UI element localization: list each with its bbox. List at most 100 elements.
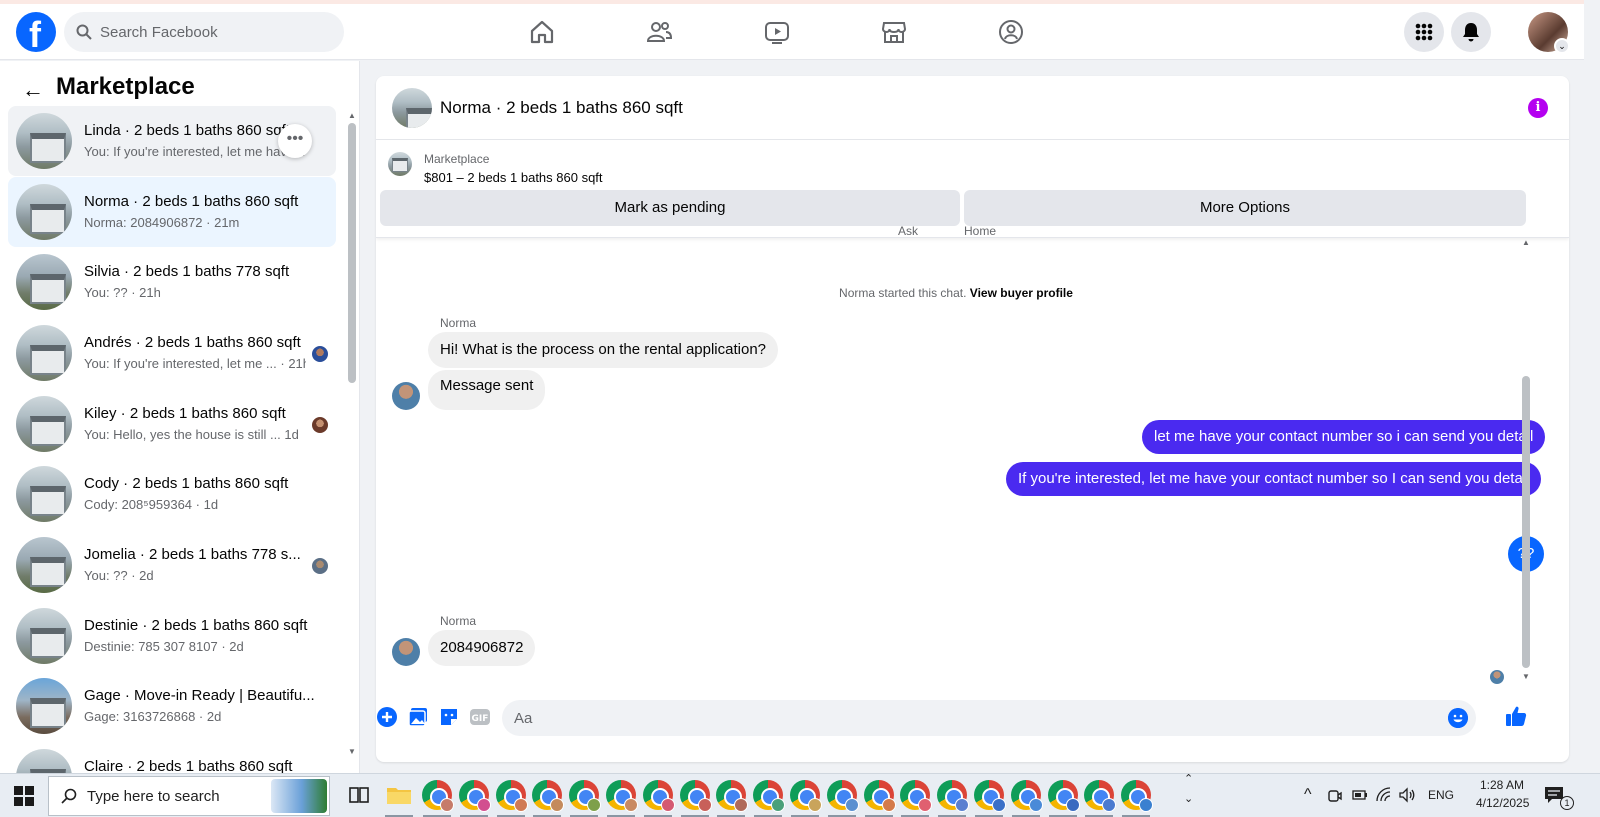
sticker-icon[interactable] [438,706,460,728]
chrome-taskbar-icon[interactable] [753,780,786,812]
home-icon[interactable] [528,18,556,46]
clock-time[interactable]: 1:28 AM [1480,778,1524,792]
chevron-down-icon[interactable]: ⌄ [1184,792,1193,805]
mark-as-pending-button[interactable]: Mark as pending [380,190,960,226]
notifications-button[interactable] [1451,12,1491,52]
marketplace-icon[interactable] [880,18,908,46]
chrome-taskbar-icon[interactable] [937,780,970,812]
chrome-taskbar-icon[interactable] [974,780,1006,812]
clock-date[interactable]: 4/12/2025 [1476,796,1529,810]
volume-icon[interactable] [1398,787,1416,803]
partial-label-right: Home [964,224,997,238]
profile-badge [624,798,638,812]
message-input[interactable]: Aa [502,700,1476,736]
outgoing-message[interactable]: If you're interested, let me have your c… [1006,462,1542,496]
menu-grid-button[interactable] [1404,12,1444,52]
task-view-icon[interactable] [344,780,374,810]
thumbs-up-icon[interactable] [1504,704,1528,728]
incoming-message[interactable]: 2084906872 [428,630,536,666]
windows-start-icon[interactable] [14,786,34,806]
sender-avatar[interactable] [392,382,420,410]
wifi-icon[interactable] [1376,787,1392,803]
conversation-item[interactable]: Claire · 2 beds 1 baths 860 sqft [8,742,336,773]
scroll-up-arrow[interactable]: ▲ [348,111,356,120]
listing-thumbnail[interactable] [388,152,412,176]
conversation-name: Norma · 2 beds 1 baths 860 sqft [84,193,299,210]
conversation-item[interactable]: Gage · Move-in Ready | Beautifu... Gage:… [8,671,336,741]
chat-panel: Norma · 2 beds 1 baths 860 sqft i Market… [376,76,1569,762]
friends-icon[interactable] [645,18,673,46]
chrome-taskbar-icon[interactable] [863,780,896,812]
chat-avatar[interactable] [392,88,432,128]
show-hidden-icons[interactable]: ^ [1304,786,1312,804]
chevron-up-icon[interactable]: ⌃ [1184,772,1193,785]
scroll-down-arrow[interactable]: ▼ [1522,672,1530,681]
back-arrow-icon[interactable]: ← [22,77,44,103]
chrome-taskbar-icon[interactable] [532,780,565,812]
chat-title[interactable]: Norma · 2 beds 1 baths 860 sqft [440,98,683,118]
chrome-taskbar-icon[interactable] [900,780,933,812]
chrome-taskbar-icon[interactable] [716,780,749,812]
video-icon[interactable] [763,18,791,46]
chrome-taskbar-icon[interactable] [1010,780,1043,812]
incoming-message[interactable]: Hi! What is the process on the rental ap… [428,332,779,368]
sidebar-scrollbar[interactable] [348,123,356,383]
notification-count: 1 [1560,796,1574,810]
facebook-logo-letter: f [29,14,41,55]
conversation-name: Destinie · 2 beds 1 baths 860 sqft [84,617,308,634]
conversation-item[interactable]: Linda · 2 beds 1 baths 860 sqft You: If … [8,106,336,176]
more-options-button[interactable]: More Options [964,190,1526,226]
scroll-up-arrow[interactable]: ▲ [1522,238,1530,247]
groups-icon[interactable] [997,18,1025,46]
chrome-taskbar-icon[interactable] [679,780,712,812]
chrome-taskbar-icon[interactable] [458,780,491,812]
view-buyer-profile-link[interactable]: View buyer profile [970,286,1073,300]
profile-badge [550,798,565,812]
conversation-item[interactable]: Cody · 2 beds 1 baths 860 sqft Cody: 208… [8,459,336,529]
facebook-logo[interactable]: f [16,12,56,55]
more-options-icon[interactable]: ••• [278,124,312,158]
outgoing-message[interactable]: let me have your contact number so i can… [1142,420,1546,454]
sender-name: Norma [440,614,477,628]
sender-avatar[interactable] [392,638,420,666]
photo-icon[interactable] [407,706,429,728]
conversation-item[interactable]: Destinie · 2 beds 1 baths 860 sqft Desti… [8,601,336,671]
chrome-taskbar-icon[interactable] [422,780,454,812]
chrome-taskbar-icon[interactable] [790,780,822,812]
profile-badge [1065,798,1080,812]
chrome-taskbar-icon[interactable] [826,780,859,812]
chrome-taskbar-icon[interactable] [1084,780,1117,812]
page-scrollbar[interactable] [1584,0,1600,773]
listing-price[interactable]: $801 – 2 beds 1 baths 860 sqft [424,170,603,185]
conversation-item[interactable]: Norma · 2 beds 1 baths 860 sqft Norma: 2… [8,177,336,247]
chrome-taskbar-icon[interactable] [642,780,675,812]
battery-icon[interactable] [1352,789,1368,801]
conversation-item[interactable]: Andrés · 2 beds 1 baths 860 sqft You: If… [8,318,336,388]
incoming-message[interactable]: Message sent [428,370,546,410]
chrome-taskbar-icon[interactable] [1047,780,1080,812]
taskbar-search-box[interactable]: Type here to search [48,776,330,816]
language-indicator[interactable]: ENG [1428,788,1454,802]
search-facebook-box[interactable]: Search Facebook [64,12,344,52]
profile-avatar[interactable]: ⌄ [1528,12,1570,54]
emoji-icon[interactable] [1448,708,1468,728]
gif-icon[interactable]: GIF [469,706,491,728]
file-explorer-icon[interactable] [384,780,414,810]
profile-badge [771,798,786,812]
conversation-item[interactable]: Jomelia · 2 beds 1 baths 778 s... You: ?… [8,530,336,600]
listing-thumbnail [16,608,72,664]
chrome-taskbar-icon[interactable] [606,780,638,812]
meet-now-icon[interactable] [1328,788,1342,804]
chrome-taskbar-icon[interactable] [1121,780,1154,812]
chrome-taskbar-icon[interactable] [495,780,528,812]
info-icon[interactable]: i [1528,98,1548,118]
scroll-down-arrow[interactable]: ▼ [348,747,356,756]
conversation-item[interactable]: Kiley · 2 beds 1 baths 860 sqft You: Hel… [8,389,336,459]
menu-grid-icon [1415,23,1433,41]
chat-scrollbar[interactable] [1522,376,1530,668]
plus-icon[interactable] [376,706,398,728]
chrome-taskbar-icon[interactable] [569,780,602,812]
bell-icon [1463,23,1479,42]
profile-badge [476,798,491,812]
conversation-item[interactable]: Silvia · 2 beds 1 baths 778 sqft You: ??… [8,247,336,317]
